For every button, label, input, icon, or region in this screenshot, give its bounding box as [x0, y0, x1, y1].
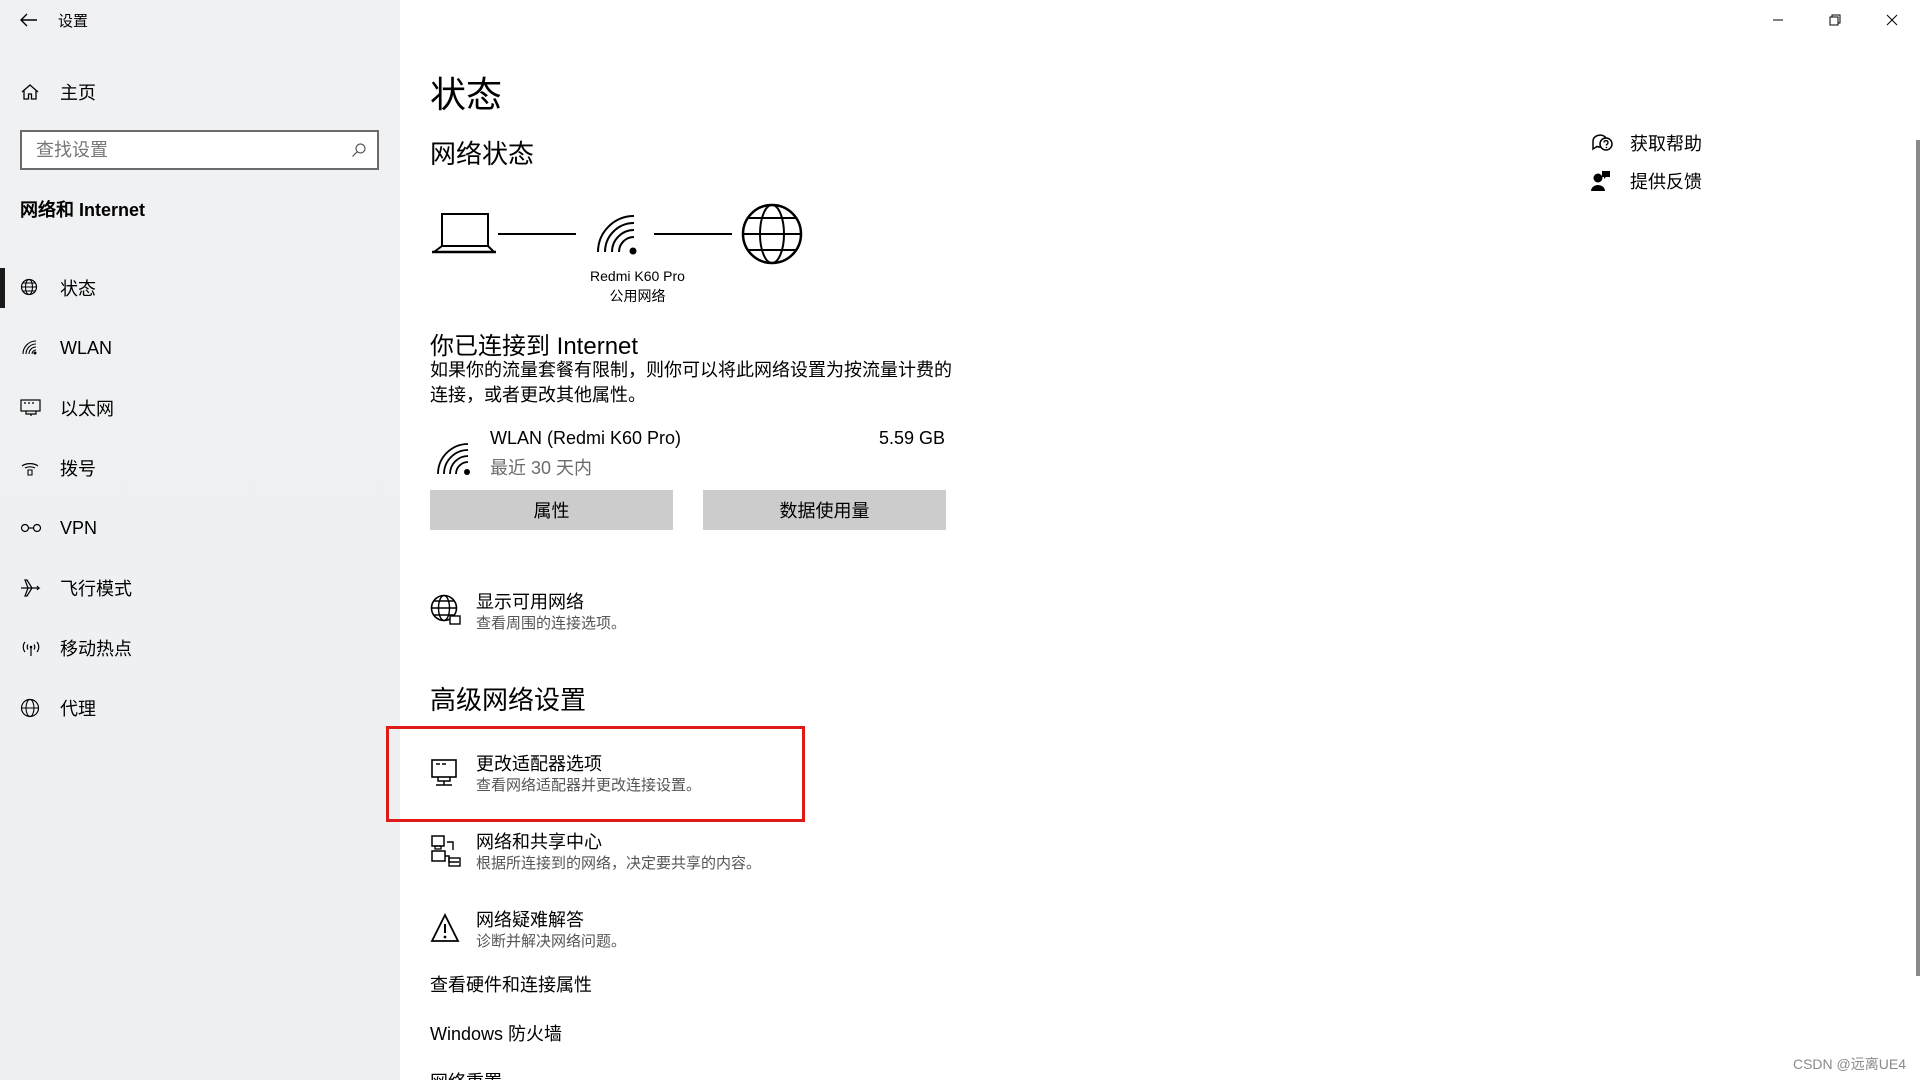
sharing-center-title: 网络和共享中心	[476, 832, 602, 852]
show-networks-subtitle: 查看周围的连接选项。	[476, 615, 627, 632]
home-label: 主页	[60, 83, 96, 103]
connection-name: WLAN (Redmi K60 Pro)	[490, 428, 682, 448]
connected-description: 如果你的流量套餐有限制，则你可以将此网络设置为按流量计费的连接，或者更改其他属性…	[430, 360, 952, 405]
sharing-center-icon	[431, 835, 461, 867]
title-bar: 设置	[0, 0, 400, 40]
wifi-icon	[20, 338, 60, 358]
sidebar-item-label: 状态	[60, 279, 96, 299]
back-button[interactable]	[0, 0, 58, 40]
minimize-icon	[1772, 19, 1783, 21]
get-help-label: 获取帮助	[1630, 134, 1702, 154]
sidebar-item-label: 以太网	[60, 399, 114, 419]
ethernet-icon	[20, 399, 60, 417]
back-arrow-icon	[20, 13, 37, 27]
sidebar-nav: 状态 WLAN 以太网 拨号 VPN 飞行模式 移动热点 代理	[0, 258, 400, 738]
app-title: 设置	[58, 12, 89, 30]
sidebar-item-airplane[interactable]: 飞行模式	[0, 558, 400, 618]
vpn-icon	[20, 521, 60, 535]
sidebar: 设置 主页 网络和 Internet 状态 WLAN 以太网	[0, 0, 400, 1080]
network-name: Redmi K60 Pro	[590, 268, 685, 284]
feedback-link[interactable]: 提供反馈	[1590, 162, 1702, 200]
hotspot-icon	[20, 639, 60, 657]
laptop-icon	[432, 213, 496, 254]
sidebar-item-proxy[interactable]: 代理	[0, 678, 400, 738]
warning-icon	[430, 912, 460, 942]
home-nav-item[interactable]: 主页	[0, 72, 400, 112]
show-networks-link[interactable]: 显示可用网络 查看周围的连接选项。	[430, 588, 950, 636]
search-input[interactable]	[36, 139, 351, 161]
scrollbar[interactable]	[1916, 140, 1920, 976]
sharing-center-link[interactable]: 网络和共享中心 根据所连接到的网络，决定要共享的内容。	[430, 828, 950, 876]
network-reset-link[interactable]: 网络重置	[430, 1068, 502, 1080]
troubleshoot-link[interactable]: 网络疑难解答 诊断并解决网络问题。	[430, 906, 950, 954]
sharing-center-subtitle: 根据所连接到的网络，决定要共享的内容。	[476, 855, 762, 872]
highlight-box	[386, 726, 805, 822]
window-controls	[1749, 0, 1920, 40]
close-button[interactable]	[1863, 0, 1920, 40]
show-networks-title: 显示可用网络	[476, 592, 584, 612]
search-box[interactable]	[20, 130, 379, 170]
troubleshoot-title: 网络疑难解答	[476, 910, 584, 930]
airplane-icon	[20, 578, 60, 598]
feedback-person-icon	[1590, 170, 1630, 192]
help-panel: 获取帮助 提供反馈	[1590, 124, 1702, 200]
sidebar-item-label: 代理	[60, 699, 96, 719]
connection-period: 最近 30 天内	[490, 458, 593, 478]
search-icon[interactable]	[351, 142, 367, 158]
internet-globe-icon	[741, 203, 803, 265]
connected-title: 你已连接到 Internet	[430, 333, 639, 360]
sidebar-item-vpn[interactable]: VPN	[0, 498, 400, 558]
chat-help-icon	[1590, 132, 1630, 154]
sidebar-item-label: 拨号	[60, 459, 96, 479]
sidebar-item-label: 移动热点	[60, 639, 132, 659]
sidebar-item-hotspot[interactable]: 移动热点	[0, 618, 400, 678]
dialup-icon	[20, 458, 60, 478]
advanced-settings-heading: 高级网络设置	[430, 685, 587, 715]
wifi-signal-icon	[597, 215, 637, 255]
wifi-connection-icon	[437, 443, 470, 475]
sidebar-item-status[interactable]: 状态	[0, 258, 400, 318]
sidebar-item-label: VPN	[60, 517, 98, 538]
network-label: Redmi K60 Pro 公用网络	[530, 266, 745, 306]
section-title: 网络和 Internet	[20, 200, 146, 220]
page-title: 状态	[430, 74, 503, 115]
close-icon	[1886, 14, 1897, 26]
feedback-label: 提供反馈	[1630, 172, 1702, 192]
sidebar-item-dialup[interactable]: 拨号	[0, 438, 400, 498]
sidebar-item-label: WLAN	[60, 337, 113, 358]
sidebar-item-wlan[interactable]: WLAN	[0, 318, 400, 378]
troubleshoot-subtitle: 诊断并解决网络问题。	[476, 933, 627, 950]
connection-row: WLAN (Redmi K60 Pro) 最近 30 天内 5.59 GB	[430, 426, 945, 486]
restore-icon	[1829, 14, 1840, 26]
home-icon	[20, 82, 60, 102]
restore-button[interactable]	[1806, 0, 1863, 40]
hardware-properties-link[interactable]: 查看硬件和连接属性	[430, 971, 592, 997]
globe-status-icon	[20, 278, 60, 298]
sidebar-item-label: 飞行模式	[60, 579, 132, 599]
windows-firewall-link[interactable]: Windows 防火墙	[430, 1020, 562, 1046]
globe-icon	[20, 698, 60, 718]
sidebar-item-ethernet[interactable]: 以太网	[0, 378, 400, 438]
main-content: 状态 网络状态 Redmi K60 Pro 公用网络 你已连接到 Interne…	[430, 0, 1480, 1080]
minimize-button[interactable]	[1749, 0, 1806, 40]
network-type: 公用网络	[609, 288, 666, 304]
globe-network-icon	[430, 594, 461, 625]
data-usage-amount: 5.59 GB	[878, 428, 945, 448]
data-usage-button[interactable]: 数据使用量	[703, 490, 946, 530]
network-status-heading: 网络状态	[430, 139, 535, 169]
properties-button[interactable]: 属性	[430, 490, 673, 530]
watermark: CSDN @远离UE4	[1792, 1056, 1906, 1072]
get-help-link[interactable]: 获取帮助	[1590, 124, 1702, 162]
